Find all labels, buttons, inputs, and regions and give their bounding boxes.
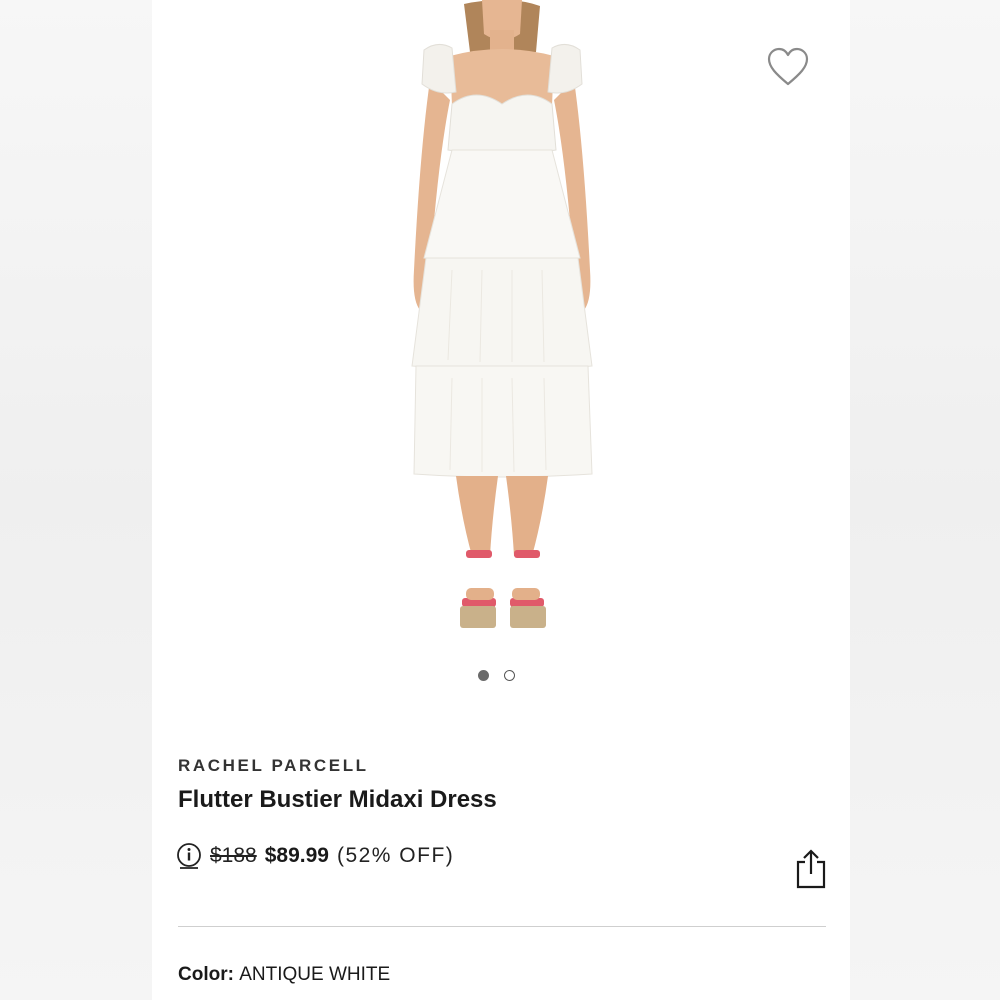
price-row: $188 $89.99 (52% OFF) xyxy=(176,842,454,870)
product-image[interactable] xyxy=(152,0,850,650)
info-circle-icon[interactable] xyxy=(176,842,202,870)
carousel-dot-1[interactable] xyxy=(478,670,489,681)
section-divider xyxy=(178,926,826,927)
brand-name[interactable]: RACHEL PARCELL xyxy=(178,756,369,776)
blurred-background-left xyxy=(0,0,152,1000)
carousel-dot-2[interactable] xyxy=(504,670,515,681)
product-card: RACHEL PARCELL Flutter Bustier Midaxi Dr… xyxy=(152,0,850,1000)
color-selection: Color: ANTIQUE WHITE xyxy=(178,964,390,986)
blurred-background-right xyxy=(850,0,1000,1000)
color-label: Color: xyxy=(178,964,240,985)
color-value: ANTIQUE WHITE xyxy=(239,964,391,985)
share-icon[interactable] xyxy=(794,848,828,890)
original-price: $188 xyxy=(210,844,257,867)
model-wearing-dress-illustration xyxy=(411,0,593,628)
product-title: Flutter Bustier Midaxi Dress xyxy=(178,786,497,813)
carousel-indicator xyxy=(478,670,515,684)
heart-outline-icon[interactable] xyxy=(766,46,810,88)
discount-label: (52% OFF) xyxy=(336,844,455,867)
sale-price: $89.99 xyxy=(264,844,329,867)
